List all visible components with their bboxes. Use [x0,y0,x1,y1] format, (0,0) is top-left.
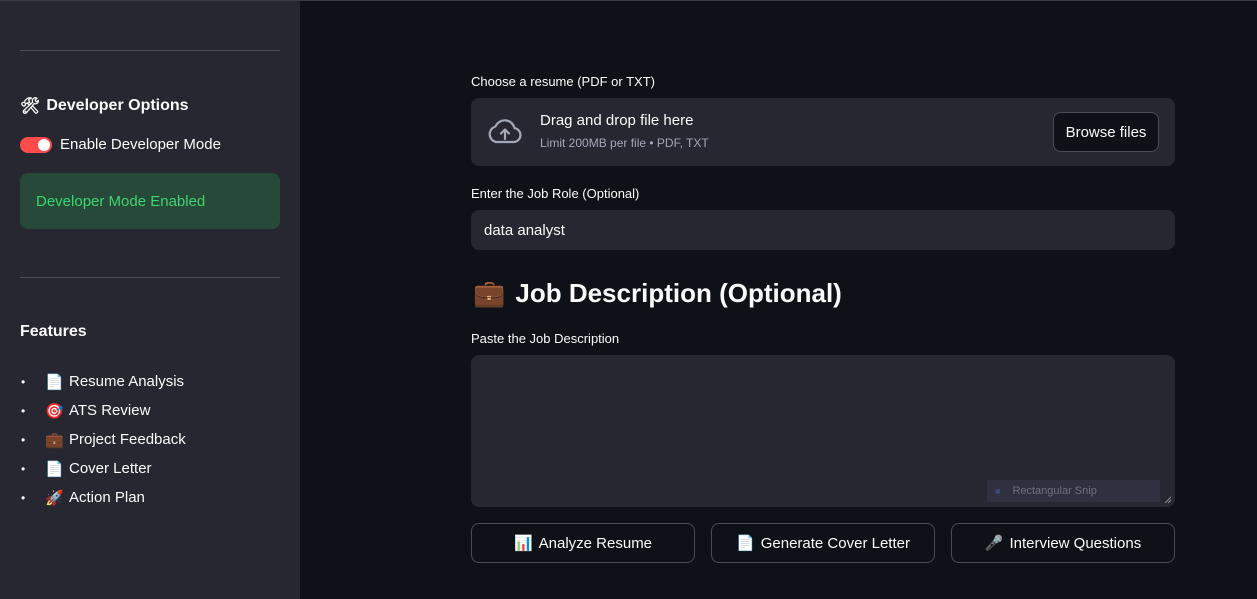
feature-label: Project Feedback [69,431,186,448]
bullet: • [21,432,26,447]
job-role-label: Enter the Job Role (Optional) [471,186,640,201]
list-item: • 🎯 ATS Review [20,396,186,425]
features-heading-text: Features [20,323,87,340]
job-description-textarea[interactable]: ■ Rectangular Snip [471,355,1175,507]
developer-mode-label: Enable Developer Mode [60,136,221,153]
job-role-input[interactable] [471,210,1175,250]
rectangular-snip-overlay: ■ Rectangular Snip [987,480,1160,502]
features-heading: Features [20,323,87,341]
feature-label: Action Plan [69,489,145,506]
snip-icon: ■ [995,486,1001,496]
briefcase-icon: 💼 [45,431,64,449]
file-uploader-dropzone[interactable]: Drag and drop file here Limit 200MB per … [471,98,1175,166]
bullet: • [21,403,26,418]
upload-label: Choose a resume (PDF or TXT) [471,74,655,89]
interview-questions-label: Interview Questions [1009,534,1142,552]
bar-chart-icon: 📊 [513,535,533,552]
sidebar: 🛠 Developer Options Enable Developer Mod… [0,1,300,599]
bullet: • [21,490,26,505]
sidebar-divider [20,277,280,278]
features-list: • 📄 Resume Analysis • 🎯 ATS Review • 💼 Project… [20,367,186,512]
developer-options-heading: 🛠 Developer Options [20,96,189,116]
analyze-resume-button[interactable]: 📊 Analyze Resume [471,523,695,563]
analyze-resume-label: Analyze Resume [538,534,653,552]
sidebar-divider [20,50,280,51]
job-description-heading: 💼 Job Description (Optional) [473,278,842,309]
developer-mode-toggle-row[interactable]: Enable Developer Mode [20,136,221,153]
toggle-knob [38,138,50,151]
browse-files-button[interactable]: Browse files [1053,112,1159,152]
developer-mode-alert: Developer Mode Enabled [20,173,280,229]
job-description-label: Paste the Job Description [471,331,620,346]
target-icon: 🎯 [45,402,64,420]
alert-text: Developer Mode Enabled [36,192,206,210]
developer-options-label: Developer Options [46,97,189,114]
list-item: • 📄 Cover Letter [20,454,186,483]
list-item: • 📄 Resume Analysis [20,367,186,396]
rocket-icon: 🚀 [45,489,64,507]
job-description-title: Job Description (Optional) [515,278,842,308]
generate-cover-letter-label: Generate Cover Letter [760,534,910,552]
bullet: • [21,461,26,476]
upload-limit-text: Limit 200MB per file • PDF, TXT [540,136,709,150]
list-item: • 💼 Project Feedback [20,425,186,454]
developer-mode-toggle[interactable] [20,136,52,153]
microphone-icon: 🎤 [984,535,1004,552]
cloud-upload-icon [488,119,522,144]
page-icon: 📄 [45,460,64,478]
generate-cover-letter-button[interactable]: 📄 Generate Cover Letter [711,523,935,563]
interview-questions-button[interactable]: 🎤 Interview Questions [951,523,1175,563]
list-item: • 🚀 Action Plan [20,483,186,512]
feature-label: Cover Letter [69,460,152,477]
page-icon: 📄 [736,535,755,552]
feature-label: ATS Review [69,402,151,419]
tools-icon: 🛠 [20,98,41,115]
page-icon: 📄 [45,373,64,391]
upload-title: Drag and drop file here [540,112,694,129]
briefcase-icon: 💼 [473,278,506,308]
resize-handle-icon[interactable] [1164,496,1172,504]
feature-label: Resume Analysis [69,373,185,390]
snip-label: Rectangular Snip [1012,485,1097,497]
bullet: • [21,374,26,389]
